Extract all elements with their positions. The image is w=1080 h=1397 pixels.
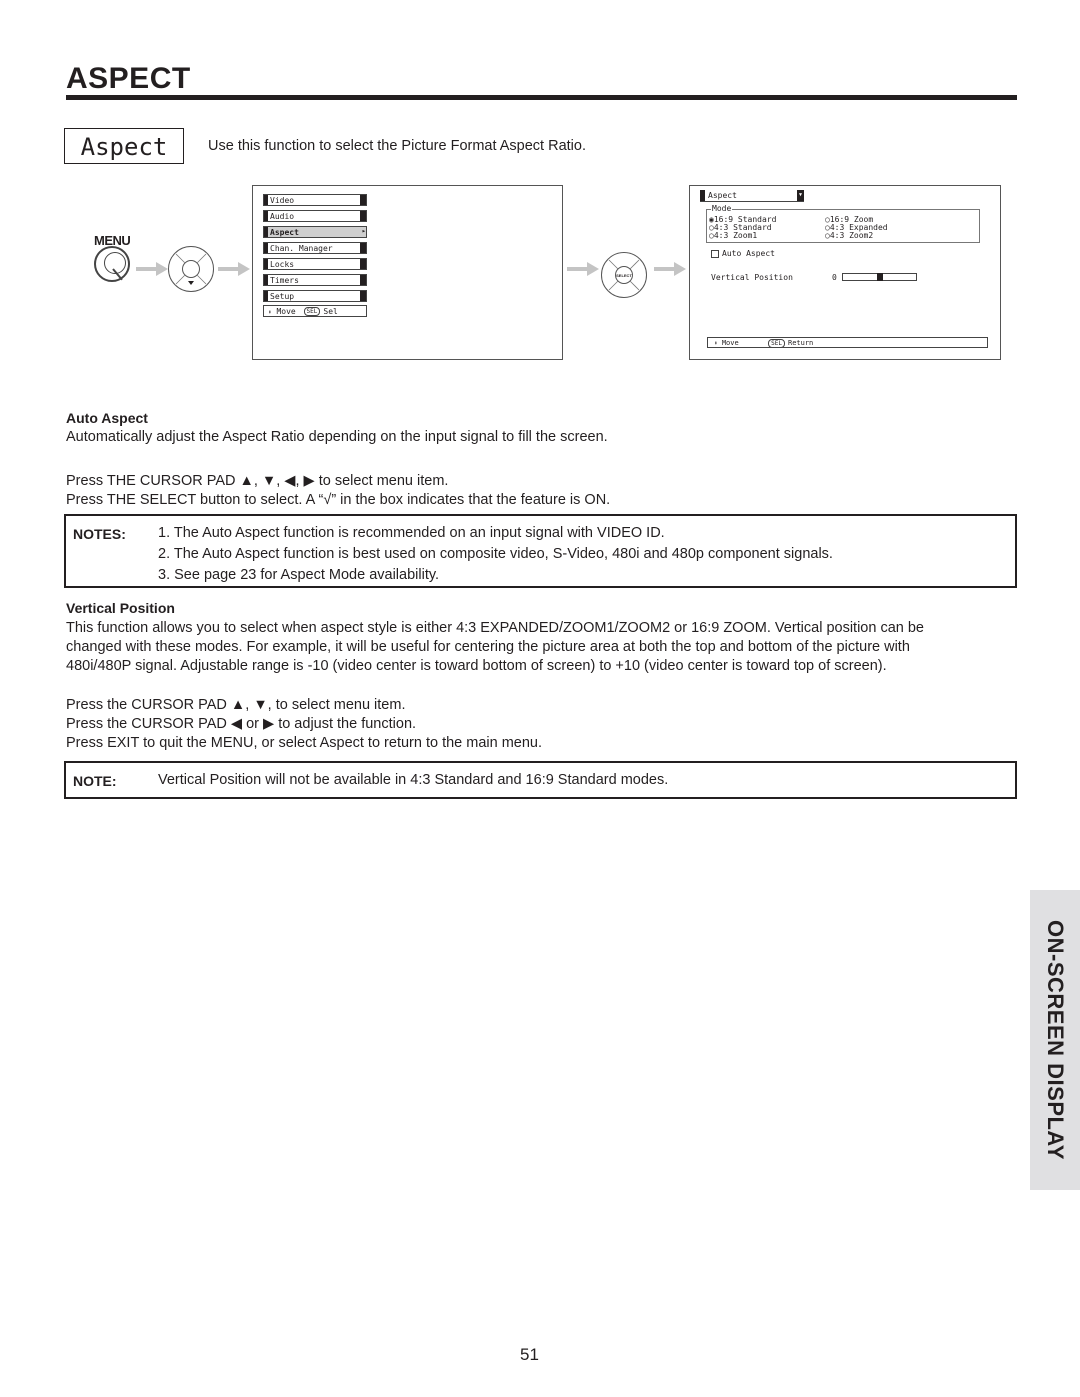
vertical-position-desc-line: This function allows you to select when … <box>66 620 924 636</box>
sel-badge: SEL <box>303 307 321 316</box>
menu-item-timers[interactable]: Timers <box>263 274 367 286</box>
checkbox-icon <box>711 249 719 258</box>
arrow-right-icon <box>218 262 250 276</box>
mode-label: 4:3 Zoom1 <box>713 231 758 240</box>
vertical-position-instruction: Press the CURSOR PAD ▲, ▼, to select men… <box>66 697 406 713</box>
note-box: NOTE: Vertical Position will not be avai… <box>64 761 1017 799</box>
menu-item-label: Video <box>270 196 295 205</box>
vertical-position-instruction: Press EXIT to quit the MENU, or select A… <box>66 735 543 751</box>
aspect-menu-footer: ⬍ Move SEL Return <box>707 337 988 348</box>
mode-group: Mode ◉16:9 Standard ○4:3 Standard ○4:3 Z… <box>706 205 980 243</box>
vertical-position-desc-line: changed with these modes. For example, i… <box>66 639 910 655</box>
note-label: NOTE: <box>73 773 117 789</box>
auto-aspect-label: Auto Aspect <box>722 249 775 258</box>
menu-item-locks[interactable]: Locks <box>263 258 367 270</box>
vertical-position-value: 0 <box>832 273 837 282</box>
submenu-arrow-icon <box>360 226 366 237</box>
menu-item-label: Aspect <box>270 228 299 237</box>
note-item: 2. The Auto Aspect function is best used… <box>158 546 833 562</box>
cursor-pad-icon <box>168 246 214 292</box>
footer-move-label: Move <box>276 307 296 316</box>
notes-box: NOTES: 1. The Auto Aspect function is re… <box>64 514 1017 588</box>
mode-col-left: ◉16:9 Standard ○4:3 Standard ○4:3 Zoom1 <box>709 216 776 240</box>
select-pad-icon: SELECT <box>601 252 647 298</box>
aspect-dropdown-label: Aspect <box>708 191 737 200</box>
menu-item-label: Audio <box>270 212 295 221</box>
cursor-pad-lines <box>175 253 207 285</box>
mode-group-label: Mode <box>712 204 732 213</box>
updown-icon: ⬍ <box>714 340 718 347</box>
menu-item-audio[interactable]: Audio <box>263 210 367 222</box>
select-button-label: SELECT <box>615 266 633 284</box>
menu-item-label: Timers <box>270 276 299 285</box>
notes-label: NOTES: <box>73 526 126 542</box>
menu-item-label: Chan. Manager <box>270 244 333 253</box>
slider-thumb[interactable] <box>876 273 883 281</box>
note-item: 3. See page 23 for Aspect Mode availabil… <box>158 567 440 583</box>
note-text: Vertical Position will not be available … <box>158 772 669 788</box>
title-rule <box>66 95 1017 100</box>
footer-action-label: Sel <box>323 307 338 316</box>
function-label-box: Aspect <box>64 128 184 164</box>
page-title: ASPECT <box>66 62 191 95</box>
main-menu-screen: Video Audio Aspect Chan. Manager Locks T… <box>252 185 563 360</box>
menu-item-setup[interactable]: Setup <box>263 290 367 302</box>
vertical-position-label: Vertical Position <box>711 273 793 282</box>
menu-knob-icon <box>94 246 130 282</box>
menu-item-label: Locks <box>270 260 295 269</box>
auto-aspect-checkbox[interactable]: Auto Aspect <box>711 249 775 258</box>
aspect-dropdown[interactable]: Aspect ▼ <box>700 190 804 202</box>
sel-badge: SEL <box>768 338 785 348</box>
arrow-right-icon <box>567 262 599 276</box>
menu-item-video[interactable]: Video <box>263 194 367 206</box>
chevron-down-icon: ▼ <box>797 190 804 201</box>
vertical-position-heading: Vertical Position <box>66 600 175 616</box>
auto-aspect-instruction: Press THE CURSOR PAD ▲, ▼, ◀, ▶ to selec… <box>66 473 449 489</box>
vertical-position-desc-line: 480i/480P signal. Adjustable range is -1… <box>66 658 887 674</box>
menu-item-label: Setup <box>270 292 295 301</box>
intro-text: Use this function to select the Picture … <box>208 138 586 154</box>
arrow-right-icon <box>654 262 686 276</box>
auto-aspect-description: Automatically adjust the Aspect Ratio de… <box>66 429 608 445</box>
vertical-position-slider[interactable] <box>842 273 917 281</box>
mode-label: 4:3 Zoom2 <box>829 231 874 240</box>
aspect-menu-screen: Aspect ▼ Mode ◉16:9 Standard ○4:3 Standa… <box>689 185 1001 360</box>
footer-action-label: Return <box>787 339 814 347</box>
menu-footer: ⬍ Move SEL Sel <box>263 305 367 317</box>
footer-move-label: Move <box>721 339 739 347</box>
vertical-position-instruction: Press the CURSOR PAD ◀ or ▶ to adjust th… <box>66 716 417 732</box>
menu-item-chan-manager[interactable]: Chan. Manager <box>263 242 367 254</box>
mode-radio-4-3-zoom1[interactable]: ○4:3 Zoom1 <box>709 232 776 240</box>
auto-aspect-heading: Auto Aspect <box>66 410 148 426</box>
section-side-tab: ON-SCREEN DISPLAY <box>1030 890 1080 1190</box>
auto-aspect-instruction: Press THE SELECT button to select. A “√”… <box>66 492 611 508</box>
menu-item-aspect[interactable]: Aspect <box>263 226 367 238</box>
arrow-right-icon <box>136 262 168 276</box>
note-item: 1. The Auto Aspect function is recommend… <box>158 525 665 541</box>
section-side-tab-label: ON-SCREEN DISPLAY <box>1043 920 1068 1160</box>
page-number: 51 <box>520 1345 539 1364</box>
mode-col-right: ○16:9 Zoom ○4:3 Expanded ○4:3 Zoom2 <box>825 216 888 240</box>
updown-icon: ⬍ <box>268 309 272 316</box>
mode-radio-4-3-zoom2[interactable]: ○4:3 Zoom2 <box>825 232 888 240</box>
